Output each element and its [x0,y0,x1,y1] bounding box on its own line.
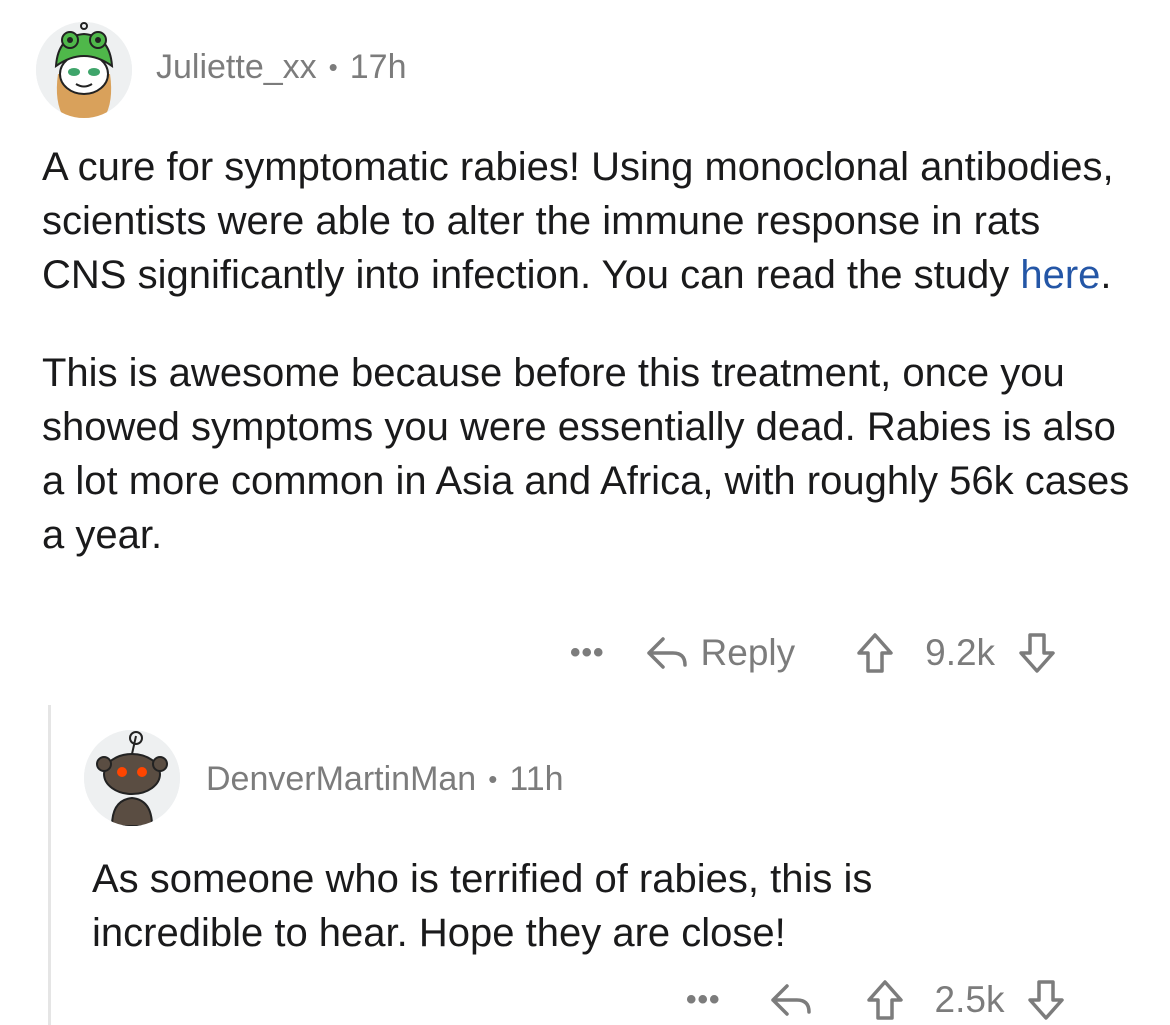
upvote-button[interactable] [855,631,895,675]
paragraph-text: A cure for symptomatic rabies! Using mon… [42,145,1114,297]
comment-actions: ••• 2.5k [686,976,1066,1024]
reply-label: Reply [700,632,796,673]
reply-button[interactable] [769,980,813,1020]
author-name[interactable]: DenverMartinMan [206,760,476,799]
upvote-arrow-icon [866,980,903,1020]
upvote-button[interactable] [865,978,905,1022]
meta-separator: • [328,52,338,82]
vote-count: 2.5k [934,979,1005,1020]
downvote-arrow-icon [1019,633,1055,673]
snoo-frog-hat-avatar-icon [36,22,132,118]
meta-separator: • [488,764,498,794]
paragraph-text: As someone who is terrified of rabies, t… [92,857,873,955]
comment-body: As someone who is terrified of rabies, t… [92,852,1052,960]
downvote-button[interactable] [1026,978,1066,1022]
more-options-button[interactable]: ••• [686,983,721,1017]
reply-icon [646,637,687,669]
downvote-arrow-icon [1028,980,1065,1020]
user-avatar[interactable] [84,730,180,826]
more-options-button[interactable]: ••• [570,636,605,670]
study-link[interactable]: here [1020,253,1100,297]
user-avatar[interactable] [36,22,132,118]
reply-button[interactable]: Reply [645,632,796,674]
comment-paragraph: This is awesome because before this trea… [42,346,1132,562]
comment-age: 17h [349,48,407,86]
author-name[interactable]: Juliette_xx [156,48,317,87]
vote-count: 9.2k [925,632,996,673]
thread-line[interactable] [48,705,51,1025]
comment-paragraph: A cure for symptomatic rabies! Using mon… [42,140,1132,302]
snoo-default-avatar-icon [84,730,180,826]
paragraph-text: This is awesome because before this trea… [42,351,1130,557]
downvote-button[interactable] [1017,631,1057,675]
comment-meta: DenverMartinMan • 11h [206,760,564,799]
upvote-arrow-icon [857,633,893,673]
comment-body: A cure for symptomatic rabies! Using mon… [42,140,1132,562]
comment-age: 11h [509,760,564,798]
comment-paragraph: As someone who is terrified of rabies, t… [92,852,1052,960]
reply-icon [770,984,811,1016]
comment-actions: ••• Reply 9.2k [570,628,1057,678]
paragraph-text-end: . [1100,253,1112,297]
comment-meta: Juliette_xx • 17h [156,48,406,87]
